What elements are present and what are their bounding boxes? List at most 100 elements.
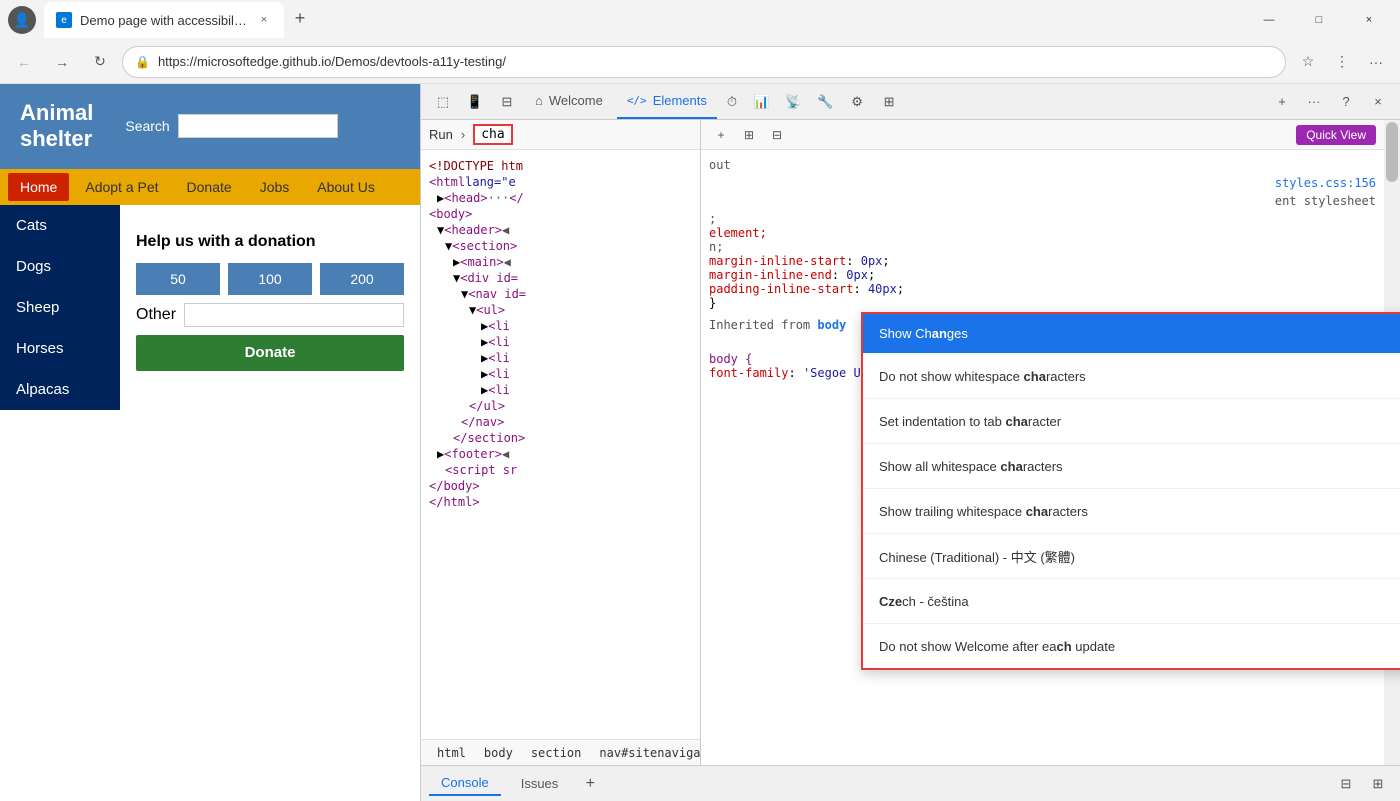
styles-element: element; bbox=[709, 226, 1376, 240]
styles-close-brace: } bbox=[709, 296, 1376, 310]
tab-console[interactable]: Console bbox=[429, 771, 501, 796]
breadcrumb-bar: html body section nav#sitenavigation ul bbox=[421, 739, 700, 765]
wifi-icon[interactable]: 📡 bbox=[779, 88, 807, 116]
cmd-show-changes-label: Show Changes bbox=[879, 326, 1400, 341]
html-line: ▼ <nav id= bbox=[429, 286, 692, 302]
html-line: ▼ <ul> bbox=[429, 302, 692, 318]
donation-title: Help us with a donation bbox=[136, 233, 404, 251]
donation-200[interactable]: 200 bbox=[320, 263, 404, 295]
nav-adopt[interactable]: Adopt a Pet bbox=[73, 173, 170, 201]
new-tab-button[interactable]: + bbox=[284, 2, 316, 34]
donation-section: Help us with a donation 50 100 200 Other… bbox=[136, 221, 404, 383]
donation-100[interactable]: 100 bbox=[228, 263, 312, 295]
toggle-panel-button[interactable]: ⊟ bbox=[493, 88, 521, 116]
devtools-settings-button[interactable]: ? bbox=[1332, 88, 1360, 116]
styles-ent-text: ent stylesheet bbox=[709, 194, 1376, 208]
cmd-all-whitespace-label: Show all whitespace characters bbox=[879, 459, 1400, 474]
navigation-bar: ← → ↻ 🔒 https://microsoftedge.github.io/… bbox=[0, 40, 1400, 84]
forward-button[interactable]: → bbox=[46, 46, 78, 78]
cmd-czech[interactable]: Czech - čeština Appearance bbox=[863, 579, 1400, 624]
cmd-trailing-whitespace-label: Show trailing whitespace characters bbox=[879, 504, 1400, 519]
sidebar-horses[interactable]: Horses bbox=[0, 328, 120, 369]
search-label: Search bbox=[125, 118, 169, 134]
styles-add-rule[interactable]: + bbox=[709, 123, 733, 147]
collections-button[interactable]: ⋮ bbox=[1326, 46, 1358, 78]
browser-tab[interactable]: e Demo page with accessibility issu... × bbox=[44, 2, 284, 38]
refresh-button[interactable]: ↻ bbox=[84, 46, 116, 78]
cmd-no-welcome[interactable]: Do not show Welcome after each update Ap… bbox=[863, 624, 1400, 668]
other-label: Other bbox=[136, 306, 176, 324]
donation-other-area: Other bbox=[136, 303, 404, 327]
search-input[interactable] bbox=[178, 114, 338, 138]
cmd-tab-indent[interactable]: Set indentation to tab character Sources bbox=[863, 399, 1400, 444]
html-line: </section> bbox=[429, 430, 692, 446]
styles-prop-1: margin-inline-start: 0px; bbox=[709, 254, 1376, 268]
back-button[interactable]: ← bbox=[8, 46, 40, 78]
nav-home[interactable]: Home bbox=[8, 173, 69, 201]
bc-nav[interactable]: nav#sitenavigation bbox=[591, 744, 700, 762]
tab-issues[interactable]: Issues bbox=[509, 772, 571, 795]
nav-donate[interactable]: Donate bbox=[175, 173, 244, 201]
styles-toggle[interactable]: ⊞ bbox=[737, 123, 761, 147]
other-amount-input[interactable] bbox=[184, 303, 404, 327]
site-navigation: Home Adopt a Pet Donate Jobs About Us bbox=[0, 169, 420, 205]
command-input[interactable]: cha bbox=[473, 124, 512, 145]
sidebar-sheep[interactable]: Sheep bbox=[0, 287, 120, 328]
html-line: <script sr bbox=[429, 462, 692, 478]
tab-elements[interactable]: </> Elements bbox=[617, 84, 717, 119]
styles-n: n; bbox=[709, 240, 1376, 254]
devtools-toolbar: ⬚ 📱 ⊟ ⌂ Welcome </> Elements ⏱ 📊 📡 🔧 ⚙ ⊞… bbox=[421, 84, 1400, 120]
cmd-chinese-label: Chinese (Traditional) - 中文 (繁體) bbox=[879, 547, 1400, 566]
dock-button[interactable]: ⊟ bbox=[1332, 770, 1360, 798]
device-mode-button[interactable]: 📱 bbox=[461, 88, 489, 116]
title-bar: 👤 e Demo page with accessibility issu...… bbox=[0, 0, 1400, 40]
screen-cast-button[interactable]: ⊞ bbox=[1364, 770, 1392, 798]
inspect-element-button[interactable]: ⬚ bbox=[429, 88, 457, 116]
devtools-body: Run › cha <!DOCTYPE htm <html lang="e ▶ … bbox=[421, 120, 1400, 765]
cmd-trailing-whitespace[interactable]: Show trailing whitespace characters Sour… bbox=[863, 489, 1400, 534]
minimize-button[interactable]: — bbox=[1246, 4, 1292, 36]
styles-source-link-1[interactable]: styles.css:156 bbox=[1275, 176, 1376, 190]
network-icon[interactable]: ⏱ bbox=[721, 88, 743, 116]
sidebar-alpacas[interactable]: Alpacas bbox=[0, 369, 120, 410]
bc-body[interactable]: body bbox=[476, 744, 521, 762]
devtools-more-button[interactable]: ··· bbox=[1300, 88, 1328, 116]
donation-50[interactable]: 50 bbox=[136, 263, 220, 295]
security-panel-icon[interactable]: ⊞ bbox=[875, 88, 903, 116]
tab-close-button[interactable]: × bbox=[256, 12, 272, 28]
donate-button[interactable]: Donate bbox=[136, 335, 404, 371]
tab-welcome[interactable]: ⌂ Welcome bbox=[525, 84, 613, 119]
scroll-thumb[interactable] bbox=[1386, 122, 1398, 182]
styles-layout[interactable]: ⊟ bbox=[765, 123, 789, 147]
cmd-czech-label: Czech - čeština bbox=[879, 594, 1400, 609]
more-tabs-button[interactable]: + bbox=[1268, 88, 1296, 116]
bc-html[interactable]: html bbox=[429, 744, 474, 762]
html-line: <body> bbox=[429, 206, 692, 222]
sidebar-cats[interactable]: Cats bbox=[0, 205, 120, 246]
html-line: ▶ <li bbox=[429, 334, 692, 350]
sidebar-dogs[interactable]: Dogs bbox=[0, 246, 120, 287]
browser-menu-button[interactable]: ··· bbox=[1360, 46, 1392, 78]
address-bar[interactable]: 🔒 https://microsoftedge.github.io/Demos/… bbox=[122, 46, 1286, 78]
html-line: </html> bbox=[429, 494, 692, 510]
performance-icon[interactable]: 📊 bbox=[747, 88, 775, 116]
nav-about[interactable]: About Us bbox=[305, 173, 387, 201]
elements-icon: </> bbox=[627, 94, 647, 107]
inherited-from-link[interactable]: body bbox=[817, 318, 846, 332]
cmd-chinese[interactable]: Chinese (Traditional) - 中文 (繁體) Appearan… bbox=[863, 534, 1400, 579]
application-icon[interactable]: ⚙ bbox=[843, 88, 871, 116]
add-bottom-tab-button[interactable]: + bbox=[578, 772, 602, 796]
styles-out-text: out bbox=[709, 158, 1376, 172]
devtools-close-button[interactable]: × bbox=[1364, 88, 1392, 116]
close-button[interactable]: × bbox=[1346, 4, 1392, 36]
nav-jobs[interactable]: Jobs bbox=[248, 173, 302, 201]
memory-icon[interactable]: 🔧 bbox=[811, 88, 839, 116]
maximize-button[interactable]: □ bbox=[1296, 4, 1342, 36]
quick-view-button[interactable]: Quick View bbox=[1296, 125, 1376, 145]
cmd-show-changes[interactable]: Show Changes bbox=[863, 314, 1400, 354]
bc-section[interactable]: section bbox=[523, 744, 590, 762]
cmd-all-whitespace[interactable]: Show all whitespace characters Sources bbox=[863, 444, 1400, 489]
styles-toolbar: + ⊞ ⊟ Quick View bbox=[701, 120, 1384, 150]
favorites-button[interactable]: ☆ bbox=[1292, 46, 1324, 78]
cmd-no-whitespace[interactable]: Do not show whitespace characters Source… bbox=[863, 354, 1400, 399]
